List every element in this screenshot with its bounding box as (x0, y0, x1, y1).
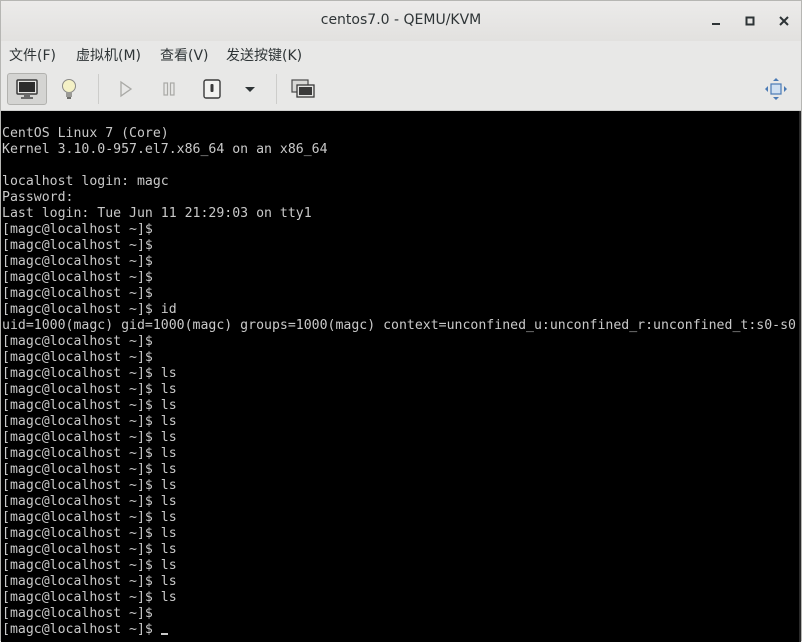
title-bar[interactable]: centos7.0 - QEMU/KVM (1, 1, 801, 42)
console-line: [magc@localhost ~]$ ls (2, 398, 177, 413)
console-line: CentOS Linux 7 (Core) (2, 126, 169, 141)
show-console-button[interactable] (7, 73, 47, 105)
console-line: [magc@localhost ~]$ ls (2, 526, 177, 541)
console-line: Kernel 3.10.0-957.el7.x86_64 on an x86_6… (2, 142, 328, 157)
console-line: [magc@localhost ~]$ id (2, 302, 177, 317)
close-icon (779, 16, 789, 26)
fullscreen-icon (765, 78, 787, 100)
play-icon (120, 80, 133, 98)
console-line: [magc@localhost ~]$ (2, 238, 153, 253)
console-line: [magc@localhost ~]$ ls (2, 462, 177, 477)
console-line: [magc@localhost ~]$ (2, 254, 153, 269)
console-line: [magc@localhost ~]$ (2, 350, 153, 365)
menu-vm[interactable]: 虚拟机(M) (76, 45, 141, 65)
console-line: [magc@localhost ~]$ (2, 606, 153, 621)
toolbar-separator (98, 74, 99, 104)
shutdown-menu-button[interactable] (234, 73, 266, 105)
console-line: [magc@localhost ~]$ ls (2, 590, 177, 605)
pause-button[interactable] (153, 73, 185, 105)
console-line: [magc@localhost ~]$ (2, 270, 153, 285)
toolbar-separator (276, 74, 277, 104)
vm-console-display[interactable]: CentOS Linux 7 (Core) Kernel 3.10.0-957.e… (1, 111, 801, 642)
maximize-button[interactable] (739, 10, 761, 32)
minimize-icon (712, 23, 720, 25)
console-line: [magc@localhost ~]$ ls (2, 430, 177, 445)
console-line: [magc@localhost ~]$ ls (2, 574, 177, 589)
console-line: [magc@localhost ~]$ ls (2, 478, 177, 493)
console-line: Password: (2, 190, 74, 205)
menu-send-key[interactable]: 发送按键(K) (226, 45, 302, 65)
run-button[interactable] (109, 73, 141, 105)
console-line: [magc@localhost ~]$ ls (2, 510, 177, 525)
console-line: [magc@localhost ~]$ ls (2, 494, 177, 509)
console-line: [magc@localhost ~]$ (2, 286, 153, 301)
console-line: [magc@localhost ~]$ ls (2, 558, 177, 573)
snapshot-icon (291, 79, 315, 98)
fullscreen-button[interactable] (760, 73, 792, 105)
lightbulb-icon (62, 79, 76, 99)
details-button[interactable] (53, 73, 85, 105)
power-icon (203, 79, 221, 99)
menu-view[interactable]: 查看(V) (160, 45, 209, 65)
console-line: [magc@localhost ~]$ (2, 334, 153, 349)
console-line: [magc@localhost ~]$ ls (2, 446, 177, 461)
console-line: [magc@localhost ~]$ ls (2, 366, 177, 381)
maximize-icon (745, 16, 755, 26)
snapshots-button[interactable] (287, 73, 319, 105)
menu-bar: 文件(F) 虚拟机(M) 查看(V) 发送按键(K) (1, 41, 801, 67)
console-line: uid=1000(magc) gid=1000(magc) groups=100… (2, 318, 796, 333)
dropdown-icon (245, 87, 255, 92)
console-line: [magc@localhost ~]$ ls (2, 414, 177, 429)
close-button[interactable] (773, 10, 795, 32)
window-title: centos7.0 - QEMU/KVM (320, 12, 482, 28)
text-cursor (160, 633, 168, 635)
console-line: [magc@localhost ~]$ (2, 622, 801, 638)
vm-window: centos7.0 - QEMU/KVM 文件(F) 虚拟机(M) 查看(V) … (0, 0, 802, 642)
toolbar (1, 68, 801, 111)
console-text: CentOS Linux 7 (Core) Kernel 3.10.0-957.e… (1, 111, 801, 638)
console-line: localhost login: magc (2, 174, 169, 189)
console-scrollbar[interactable] (799, 111, 801, 642)
pause-icon (163, 82, 175, 96)
console-line: [magc@localhost ~]$ (2, 222, 153, 237)
console-icon (16, 79, 38, 99)
minimize-button[interactable] (705, 10, 727, 32)
shutdown-button[interactable] (196, 73, 228, 105)
menu-file[interactable]: 文件(F) (9, 45, 56, 65)
console-line: [magc@localhost ~]$ ls (2, 382, 177, 397)
console-line: Last login: Tue Jun 11 21:29:03 on tty1 (2, 206, 312, 221)
console-line: [magc@localhost ~]$ ls (2, 542, 177, 557)
